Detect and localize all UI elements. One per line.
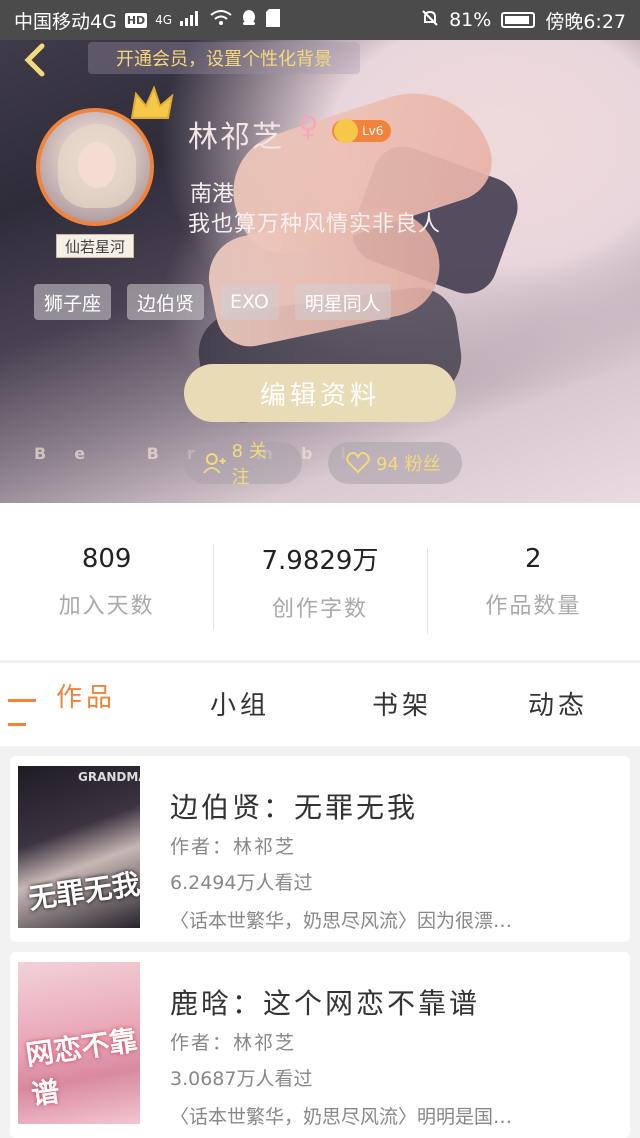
vip-crown-icon bbox=[334, 119, 358, 143]
status-bar: 中国移动4G HD 4G 81% 傍晚6:27 bbox=[0, 0, 640, 40]
signal-icon bbox=[180, 9, 202, 31]
active-tab-indicator bbox=[8, 699, 36, 702]
stats-row: 809 加入天数 7.9829万 创作字数 2 作品数量 bbox=[0, 503, 640, 660]
stat-value: 2 bbox=[525, 543, 542, 574]
following-count: 8 关注 bbox=[231, 441, 267, 488]
user-location: 南港 bbox=[190, 182, 235, 207]
mute-bell-icon bbox=[421, 9, 439, 32]
work-description: 〈话本世繁华，奶思尽风流〉因为很漂… bbox=[170, 910, 513, 932]
stat-label: 作品数量 bbox=[485, 593, 582, 619]
work-item[interactable]: 网恋不靠谱 鹿晗：这个网恋不靠谱 作者：林祁芝 3.0687万人看过 〈话本世繁… bbox=[10, 952, 630, 1138]
qq-icon bbox=[240, 9, 258, 32]
book-cover: GRANDMA 无罪无我 bbox=[18, 766, 140, 928]
stat-label: 加入天数 bbox=[58, 593, 155, 619]
battery-percent: 81% bbox=[449, 9, 492, 31]
female-icon: ♀ bbox=[298, 110, 319, 143]
tag[interactable]: 狮子座 bbox=[34, 284, 112, 320]
tag[interactable]: EXO bbox=[220, 284, 279, 320]
tab-activity[interactable]: 动态 bbox=[528, 685, 588, 722]
work-item[interactable]: GRANDMA 无罪无我 边伯贤：无罪无我 作者：林祁芝 6.2494万人看过 … bbox=[10, 756, 630, 942]
level-badge: Lv6 bbox=[332, 119, 392, 143]
level-text: Lv6 bbox=[362, 124, 384, 138]
work-views: 3.0687万人看过 bbox=[170, 1068, 313, 1090]
edit-profile-button[interactable]: 编辑资料 bbox=[184, 364, 456, 422]
crown-icon bbox=[130, 85, 174, 119]
wifi-icon bbox=[210, 9, 232, 31]
work-author: 作者：林祁芝 bbox=[170, 1032, 297, 1054]
stat-days: 809 加入天数 bbox=[0, 544, 213, 620]
cover-label: GRANDMA bbox=[78, 770, 140, 784]
carrier-text: 中国移动4G bbox=[14, 10, 117, 33]
works-list: GRANDMA 无罪无我 边伯贤：无罪无我 作者：林祁芝 6.2494万人看过 … bbox=[0, 746, 640, 1138]
fans-count: 94 粉丝 bbox=[376, 454, 441, 475]
avatar-caption: 仙若星河 bbox=[56, 234, 134, 258]
network-type: 4G bbox=[155, 13, 173, 27]
chevron-left-icon bbox=[24, 43, 45, 77]
user-bio: 我也算万种风情实非良人 bbox=[188, 212, 442, 237]
fans-button[interactable]: 94 粉丝 bbox=[328, 442, 462, 484]
content-tabs: 作品 小组 书架 动态 bbox=[0, 662, 640, 746]
stat-works: 2 作品数量 bbox=[426, 543, 640, 634]
stat-words: 7.9829万 创作字数 bbox=[213, 540, 426, 630]
cover-title: 无罪无我 bbox=[26, 867, 140, 916]
tag-list: 狮子座 边伯贤 EXO 明星同人 bbox=[34, 284, 391, 320]
tag[interactable]: 明星同人 bbox=[294, 284, 391, 320]
heart-icon bbox=[346, 452, 370, 474]
book-cover: 网恋不靠谱 bbox=[18, 962, 140, 1124]
hd-badge: HD bbox=[124, 12, 148, 28]
active-tab-indicator bbox=[8, 723, 26, 726]
tab-bookshelf[interactable]: 书架 bbox=[372, 685, 432, 722]
following-button[interactable]: 8 关注 bbox=[184, 441, 302, 488]
work-title: 鹿晗：这个网恋不靠谱 bbox=[170, 987, 481, 1020]
work-title: 边伯贤：无罪无我 bbox=[170, 791, 419, 824]
stat-value: 7.9829万 bbox=[261, 546, 379, 576]
work-description: 〈话本世繁华，奶思尽风流〉明明是国… bbox=[170, 1106, 513, 1128]
stat-label: 创作字数 bbox=[271, 597, 368, 622]
user-name: 林祁芝 bbox=[188, 120, 284, 155]
add-user-icon bbox=[203, 453, 226, 474]
work-author: 作者：林祁芝 bbox=[170, 836, 297, 858]
tab-groups[interactable]: 小组 bbox=[210, 685, 270, 722]
profile-header: 开通会员，设置个性化背景 仙若星河 林祁芝 ♀ Lv6 南港 我也算万种风情实非… bbox=[0, 40, 640, 503]
back-button[interactable] bbox=[18, 40, 54, 80]
cover-title: 网恋不靠谱 bbox=[23, 1023, 140, 1112]
work-views: 6.2494万人看过 bbox=[170, 872, 313, 894]
battery-icon bbox=[501, 12, 536, 28]
tab-works[interactable]: 作品 bbox=[56, 677, 116, 714]
sd-card-icon bbox=[266, 8, 281, 32]
tag[interactable]: 边伯贤 bbox=[127, 284, 205, 320]
stat-value: 809 bbox=[81, 543, 132, 574]
clock: 傍晚6:27 bbox=[545, 10, 626, 33]
vip-banner-link[interactable]: 开通会员，设置个性化背景 bbox=[88, 42, 360, 74]
